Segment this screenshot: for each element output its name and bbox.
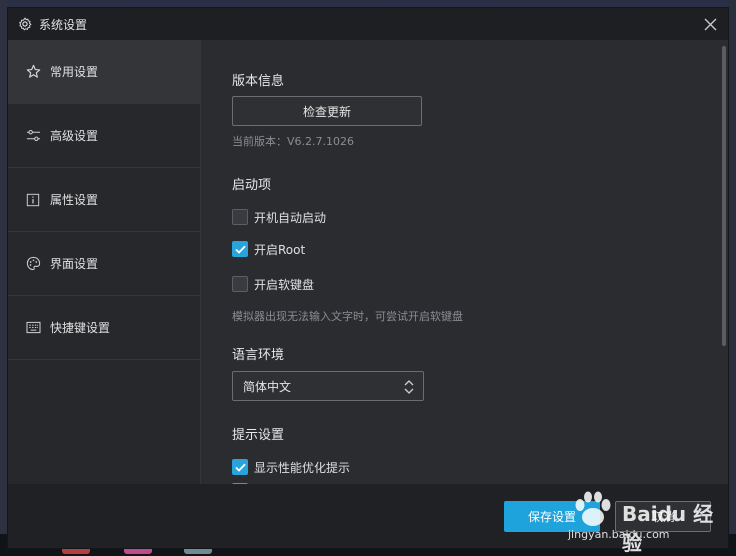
performance-tip-checkbox[interactable]	[232, 459, 248, 475]
updown-chevron-icon	[404, 380, 414, 394]
sidebar-item-label: 常用设置	[50, 65, 99, 79]
soft-keyboard-checkbox[interactable]	[232, 276, 248, 292]
soft-keyboard-option[interactable]: 开启软键盘	[232, 275, 314, 293]
sidebar-item-shortcuts[interactable]: 快捷键设置	[8, 296, 200, 360]
tips-section-title: 提示设置	[232, 428, 285, 443]
title-bar: 系统设置	[8, 8, 728, 40]
close-icon	[704, 18, 716, 30]
gear-icon	[17, 16, 33, 32]
dialog-title: 系统设置	[39, 17, 88, 32]
check-update-button[interactable]: 检查更新	[232, 96, 422, 126]
background-right-edge	[728, 0, 736, 556]
version-section-title: 版本信息	[232, 74, 285, 89]
settings-content: 版本信息 检查更新 当前版本：V6.2.7.1026 启动项 开机自动启动 开启…	[201, 40, 728, 484]
language-select-value: 简体中文	[243, 379, 292, 394]
info-icon	[25, 192, 41, 208]
root-label: 开启Root	[254, 242, 306, 257]
current-version-text: 当前版本：V6.2.7.1026	[232, 135, 355, 148]
keyboard-icon	[25, 320, 41, 336]
sidebar-item-properties[interactable]: 属性设置	[8, 168, 200, 232]
content-scrollbar[interactable]	[722, 46, 726, 346]
checkmark-icon	[234, 245, 246, 254]
performance-tip-option[interactable]: 显示性能优化提示	[232, 458, 350, 476]
settings-dialog: 系统设置 常用设置 高级设置 属性设置 界面设置 快捷键设置 版本信息 检查更新…	[8, 8, 728, 555]
palette-icon	[25, 256, 41, 272]
close-button[interactable]	[700, 14, 720, 34]
sliders-icon	[25, 128, 41, 144]
checkmark-icon	[234, 463, 246, 472]
root-checkbox[interactable]	[232, 241, 248, 257]
settings-sidebar: 常用设置 高级设置 属性设置 界面设置 快捷键设置	[8, 40, 201, 484]
sidebar-item-label: 属性设置	[50, 193, 99, 207]
sidebar-item-label: 界面设置	[50, 257, 99, 271]
save-button[interactable]: 保存设置	[504, 501, 600, 532]
background-left-edge	[0, 0, 8, 556]
sidebar-item-common[interactable]: 常用设置	[8, 40, 200, 104]
dialog-footer: 保存设置 取消	[8, 484, 728, 548]
soft-keyboard-label: 开启软键盘	[254, 277, 315, 292]
sidebar-item-label: 快捷键设置	[50, 321, 111, 335]
language-section-title: 语言环境	[232, 348, 285, 363]
auto-start-checkbox[interactable]	[232, 209, 248, 225]
startup-section-title: 启动项	[232, 178, 272, 193]
auto-start-label: 开机自动启动	[254, 210, 327, 225]
star-icon	[25, 64, 41, 80]
auto-start-option[interactable]: 开机自动启动	[232, 208, 326, 226]
root-option[interactable]: 开启Root	[232, 240, 305, 258]
language-select[interactable]: 简体中文	[232, 371, 424, 401]
soft-keyboard-hint: 模拟器出现无法输入文字时，可尝试开启软键盘	[232, 310, 463, 323]
sidebar-item-label: 高级设置	[50, 129, 99, 143]
performance-tip-label: 显示性能优化提示	[254, 460, 351, 475]
cancel-button[interactable]: 取消	[615, 501, 711, 532]
sidebar-item-advanced[interactable]: 高级设置	[8, 104, 200, 168]
sidebar-item-interface[interactable]: 界面设置	[8, 232, 200, 296]
